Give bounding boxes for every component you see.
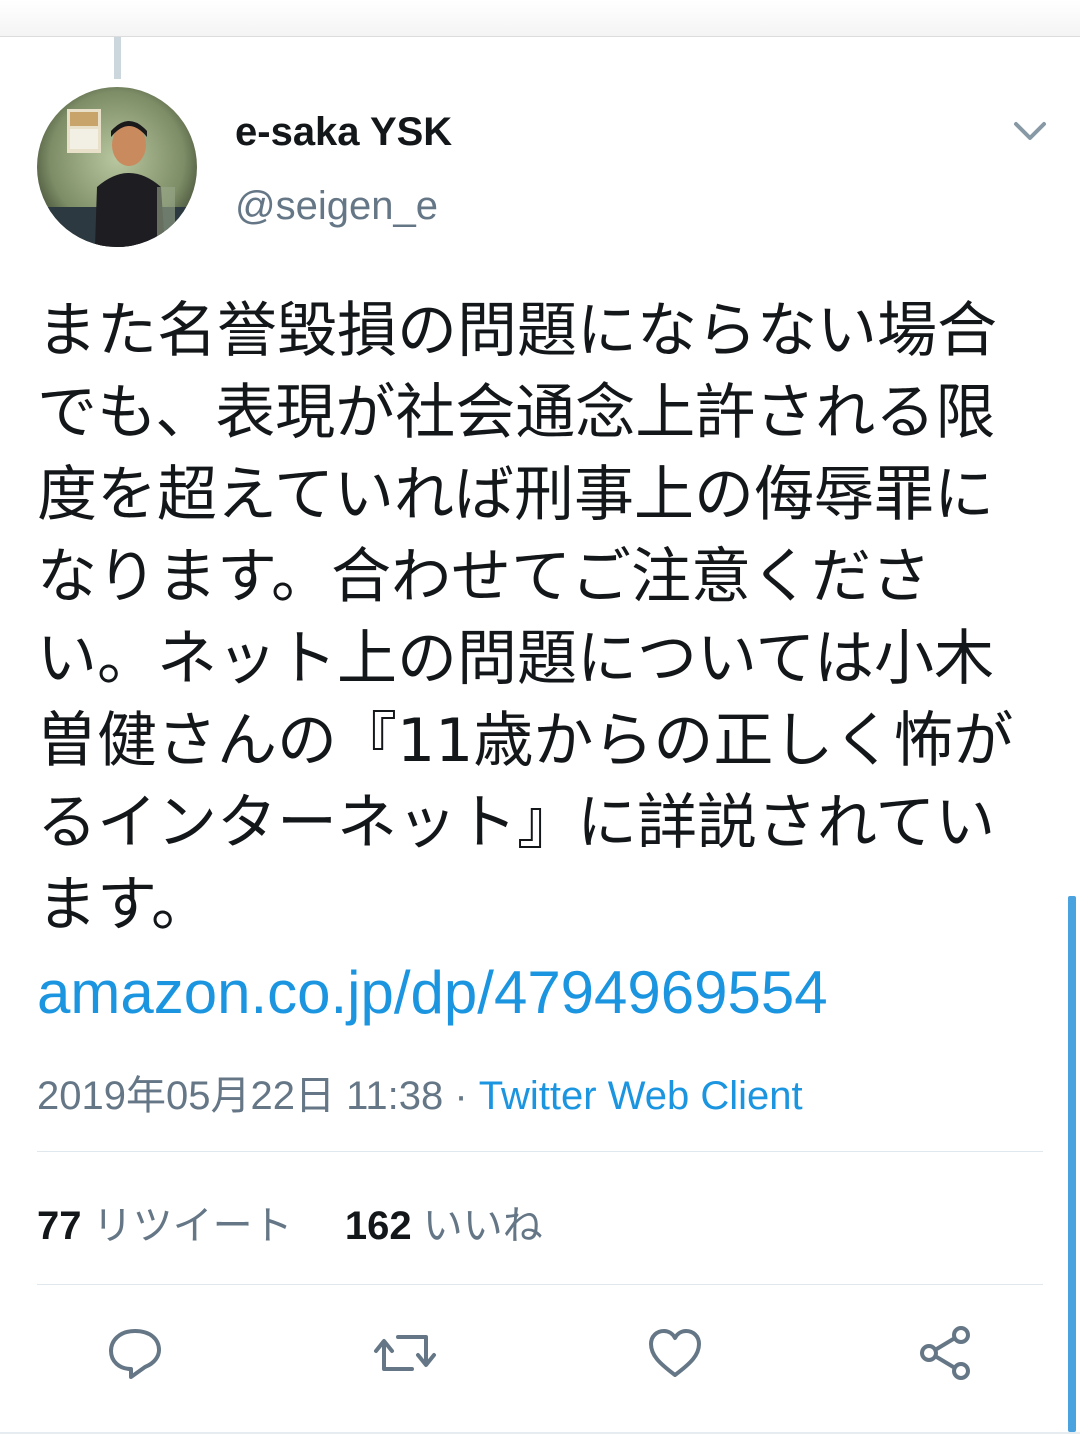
scrollbar[interactable] [1068, 896, 1076, 1432]
like-count: 162 [344, 1204, 412, 1248]
reply-button[interactable] [100, 1320, 170, 1390]
retweet-count: 77 [37, 1204, 82, 1248]
divider-bottom [37, 1284, 1043, 1285]
tweet-timestamp: 2019年05月22日 11:38 [37, 1074, 444, 1118]
display-name[interactable]: e-saka YSK [235, 110, 452, 155]
like-icon [645, 1323, 705, 1387]
tweet-stats: 77 リツイート 162 いいね [37, 1193, 543, 1251]
tweet-client-link[interactable]: Twitter Web Client [479, 1074, 803, 1118]
share-button[interactable] [910, 1320, 980, 1390]
top-edge [0, 0, 1080, 37]
chevron-down-icon[interactable] [1010, 114, 1050, 148]
meta-separator: · [454, 1074, 468, 1118]
tweet-text: また名誉毀損の問題にならない場合でも、表現が社会通念上許される限度を超えていれば… [37, 296, 1014, 940]
action-bar [0, 1320, 1080, 1400]
like-stat[interactable]: 162 いいね [345, 1204, 543, 1248]
user-handle[interactable]: @seigen_e [235, 184, 438, 229]
avatar[interactable] [37, 87, 197, 247]
reply-icon [105, 1323, 165, 1387]
retweet-stat[interactable]: 77 リツイート [37, 1204, 304, 1248]
tweet-link[interactable]: amazon.co.jp/dp/4794969554 [37, 958, 828, 1027]
tweet-meta: 2019年05月22日 11:38 · Twitter Web Client [37, 1063, 803, 1121]
like-button[interactable] [640, 1320, 710, 1390]
thread-connector-line [114, 37, 121, 79]
like-label: いいね [422, 1204, 543, 1248]
retweet-label: リツイート [92, 1204, 293, 1248]
share-icon [915, 1323, 975, 1387]
retweet-button[interactable] [370, 1320, 440, 1390]
retweet-icon [372, 1323, 438, 1387]
bottom-border [0, 1432, 1080, 1434]
divider-top [37, 1151, 1043, 1152]
